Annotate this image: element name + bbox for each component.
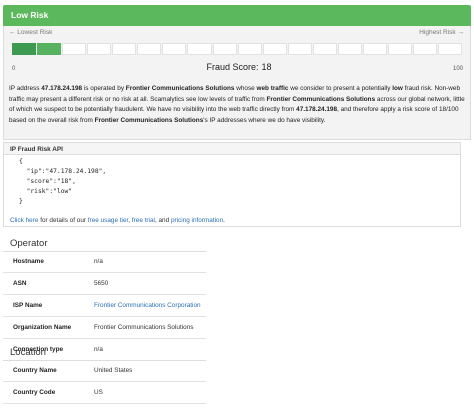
risk-meter-segment	[237, 43, 262, 55]
pricing-information-link[interactable]: pricing information	[171, 217, 223, 224]
row-key: Hostname	[13, 258, 44, 265]
operator-section-title: Operator	[10, 238, 48, 249]
desc-text: is operated by	[82, 85, 126, 92]
code-line: }	[19, 198, 23, 205]
table-row: Organization Name Frontier Communications…	[3, 317, 206, 339]
row-value: Frontier Communications Solutions	[94, 324, 194, 331]
table-row: State / ProvinceCalifornia	[3, 404, 206, 411]
risk-meter-segment	[37, 43, 62, 55]
table-row: Hostname n/a	[3, 251, 206, 273]
fraud-score: Fraud Score: 18	[203, 62, 271, 72]
api-json-code: { "ip":"47.178.24.198", "score":"18", "r…	[19, 157, 106, 207]
api-footer-text: , and	[154, 217, 171, 224]
row-value: n/a	[94, 258, 103, 265]
fraud-score-value: 18	[261, 62, 272, 72]
risk-meter-segment	[337, 43, 362, 55]
table-row: Country Code US	[3, 382, 206, 404]
fraud-score-label: Fraud Score:	[206, 62, 259, 72]
risk-meter-segment	[312, 43, 337, 55]
row-value: n/a	[94, 346, 103, 353]
risk-panel: ← Lowest Risk Highest Risk → 0 Fraud Sco…	[3, 26, 471, 140]
api-footer-text: for details of our	[38, 217, 88, 224]
highest-risk-label: Highest Risk →	[419, 29, 464, 36]
risk-meter-segment	[413, 43, 438, 55]
risk-meter-segment	[438, 43, 463, 55]
lowest-risk-label: ← Lowest Risk	[9, 29, 53, 36]
risk-level-header: Low Risk	[3, 5, 471, 26]
row-key: ASN	[13, 280, 27, 287]
api-panel-title: IP Fraud Risk API	[4, 143, 460, 155]
free-usage-tier-link[interactable]: free usage tier	[88, 217, 129, 224]
risk-meter-segment	[162, 43, 187, 55]
code-line: "risk":"low"	[19, 188, 73, 195]
risk-meter-segment	[262, 43, 287, 55]
code-line: {	[19, 158, 23, 165]
operator-table: Hostname n/a ASN 5650 ISP Name Frontier Commu…	[3, 251, 206, 361]
api-footer: Click here for details of our free usage…	[10, 217, 225, 224]
score-row: 0 Fraud Score: 18 100	[12, 62, 463, 76]
desc-isp: Frontier Communications Solutions	[266, 95, 376, 103]
risk-meter-segment	[187, 43, 212, 55]
row-value[interactable]: Frontier Communications Corporation	[94, 302, 201, 309]
free-trial-link[interactable]: free trial	[132, 217, 155, 224]
risk-description: IP address 47.178.24.198 is operated by …	[9, 84, 467, 126]
risk-meter-segment	[287, 43, 312, 55]
click-here-link[interactable]: Click here	[10, 217, 38, 224]
desc-risk-word: low	[392, 85, 403, 92]
risk-meter-segment	[137, 43, 162, 55]
table-row: Country Name United States	[3, 360, 206, 382]
table-row: ISP Name Frontier Communications Corporat…	[3, 295, 206, 317]
risk-meter-segment	[362, 43, 387, 55]
location-table: Country Name United States Country Code US S…	[3, 360, 206, 411]
code-line: "ip":"47.178.24.198",	[19, 168, 107, 175]
desc-text: 's IP addresses where we do have visibil…	[203, 116, 326, 124]
row-key: Country Code	[13, 389, 56, 396]
api-footer-text: .	[223, 217, 225, 224]
desc-text: whose	[234, 85, 257, 92]
table-row: ASN 5650	[3, 273, 206, 295]
row-key: Organization Name	[13, 324, 72, 331]
location-section-title: Location	[10, 347, 46, 358]
row-key: Country Name	[13, 367, 57, 374]
risk-meter-segment	[212, 43, 237, 55]
risk-level-label: Low Risk	[11, 10, 49, 20]
risk-meter-segment	[12, 43, 37, 55]
desc-traffic-type: web traffic	[256, 85, 289, 92]
desc-text: IP address	[9, 85, 42, 92]
row-value: 5650	[94, 280, 109, 287]
risk-meter-segment	[387, 43, 412, 55]
desc-ip: 47.178.24.198	[41, 85, 83, 92]
desc-isp: Frontier Communications Solutions	[94, 116, 204, 124]
row-key: ISP Name	[13, 302, 43, 309]
desc-text: we consider to present a potentially	[288, 85, 393, 92]
row-value: US	[94, 389, 103, 396]
scale-min: 0	[12, 66, 16, 72]
risk-meter-segment	[112, 43, 137, 55]
api-panel: IP Fraud Risk API { "ip":"47.178.24.198"…	[3, 142, 461, 227]
desc-isp: Frontier Communications Solutions	[125, 85, 235, 92]
scale-max: 100	[452, 66, 463, 72]
desc-ip: 47.178.24.198	[296, 106, 338, 113]
risk-meter	[12, 43, 463, 55]
code-line: "score":"18",	[19, 178, 76, 185]
risk-meter-segment	[87, 43, 112, 55]
risk-meter-segment	[62, 43, 87, 55]
row-value: United States	[94, 367, 133, 374]
